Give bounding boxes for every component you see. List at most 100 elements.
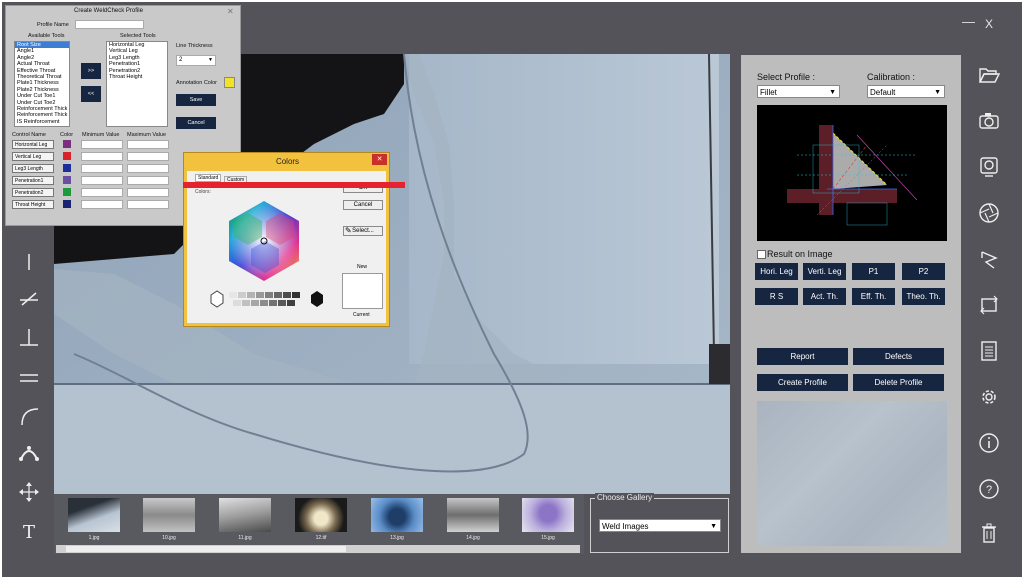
- thumbnail-label: 11.jpg: [238, 535, 252, 541]
- min-value-input[interactable]: [81, 200, 123, 209]
- text-tool-icon[interactable]: T: [14, 520, 44, 544]
- move-tool-icon[interactable]: [14, 480, 44, 504]
- min-value-input[interactable]: [81, 152, 123, 161]
- cancel-profile-button[interactable]: Cancel: [176, 117, 216, 129]
- control-color-swatch[interactable]: [63, 140, 71, 148]
- document-icon[interactable]: [974, 336, 1004, 366]
- max-value-input[interactable]: [127, 188, 169, 197]
- close-button[interactable]: X: [985, 17, 993, 31]
- profile-name-input[interactable]: [75, 20, 144, 29]
- transform-icon[interactable]: [974, 244, 1004, 274]
- thumbnail-3[interactable]: [219, 498, 271, 532]
- create-profile-button[interactable]: Create Profile: [757, 374, 848, 391]
- info-icon[interactable]: [974, 428, 1004, 458]
- rs-button[interactable]: R S: [755, 288, 798, 305]
- theo-th-button[interactable]: Theo. Th.: [902, 288, 945, 305]
- chevron-down-icon: ▼: [208, 57, 213, 63]
- max-value-input[interactable]: [127, 164, 169, 173]
- new-label: New: [357, 264, 368, 270]
- available-tools-list[interactable]: Root Size Angle1 Angle2 Actual Throat Ef…: [14, 41, 70, 127]
- thumbnail-4[interactable]: [295, 498, 347, 532]
- thumbnail-5[interactable]: [371, 498, 423, 532]
- color-hexagon-palette[interactable]: [187, 171, 337, 311]
- colors-cancel-button[interactable]: Cancel: [343, 200, 383, 210]
- camera-icon[interactable]: [974, 106, 1004, 136]
- thumbnail-label: 14.jpg: [466, 535, 480, 541]
- arc-points-tool-icon[interactable]: [14, 440, 44, 464]
- thumbnail-6[interactable]: [447, 498, 499, 532]
- control-name-field: Throat Height: [12, 200, 54, 209]
- delete-profile-button[interactable]: Delete Profile: [853, 374, 944, 391]
- max-value-input[interactable]: [127, 140, 169, 149]
- trash-icon[interactable]: [974, 518, 1004, 548]
- choose-gallery-group: Choose Gallery Weld Images ▼: [590, 493, 729, 553]
- highlight-bar: [183, 182, 405, 188]
- folder-open-icon[interactable]: [974, 60, 1004, 90]
- angle-tool-icon[interactable]: [14, 286, 44, 310]
- add-tool-button[interactable]: >>: [81, 63, 101, 79]
- current-label: Current: [353, 312, 370, 318]
- line-thickness-label: Line Thickness: [176, 43, 213, 49]
- list-item[interactable]: Throat Height: [107, 74, 167, 80]
- remove-tool-button[interactable]: <<: [81, 86, 101, 102]
- minimize-button[interactable]: —: [962, 14, 975, 29]
- svg-text:?: ?: [986, 484, 992, 496]
- max-value-input[interactable]: [127, 152, 169, 161]
- control-color-swatch[interactable]: [63, 200, 71, 208]
- colors-dialog-title: Colors: [275, 157, 300, 166]
- report-button[interactable]: Report: [757, 348, 848, 365]
- surface-texture-preview: [757, 401, 947, 546]
- control-color-swatch[interactable]: [63, 188, 71, 196]
- verti-leg-button[interactable]: Verti. Leg: [803, 263, 846, 280]
- list-item[interactable]: IS Reinforcement: [15, 119, 69, 125]
- help-icon[interactable]: ?: [974, 474, 1004, 504]
- control-color-swatch[interactable]: [63, 164, 71, 172]
- scrollbar-thumb[interactable]: [66, 546, 346, 552]
- thumbnail-1[interactable]: [68, 498, 120, 532]
- act-th-button[interactable]: Act. Th.: [803, 288, 846, 305]
- choose-gallery-label: Choose Gallery: [595, 493, 655, 502]
- perpendicular-tool-icon[interactable]: [14, 326, 44, 350]
- annotation-color-swatch[interactable]: [224, 77, 235, 88]
- min-value-input[interactable]: [81, 164, 123, 173]
- rotate-icon[interactable]: [974, 290, 1004, 320]
- min-value-input[interactable]: [81, 140, 123, 149]
- list-item[interactable]: Reinforcement Thick: [15, 112, 69, 118]
- defects-button[interactable]: Defects: [853, 348, 944, 365]
- aperture-icon[interactable]: [974, 198, 1004, 228]
- control-name-field: Leg3 Length: [12, 164, 54, 173]
- colors-dialog: Colors ✕ Standard Custom Colors: OK Canc…: [183, 152, 390, 327]
- thumbnail-2[interactable]: [143, 498, 195, 532]
- max-value-input[interactable]: [127, 176, 169, 185]
- min-value-input[interactable]: [81, 188, 123, 197]
- min-value-header: Minimum Value: [82, 132, 120, 138]
- gallery-select[interactable]: Weld Images ▼: [599, 519, 721, 532]
- p1-button[interactable]: P1: [852, 263, 895, 280]
- p2-button[interactable]: P2: [902, 263, 945, 280]
- selected-tools-list[interactable]: Horizontal Leg Vertical Leg Leg3 Length …: [106, 41, 168, 127]
- eff-th-button[interactable]: Eff. Th.: [852, 288, 895, 305]
- control-color-swatch[interactable]: [63, 176, 71, 184]
- profile-select[interactable]: Fillet ▼: [757, 85, 840, 98]
- control-color-swatch[interactable]: [63, 152, 71, 160]
- min-value-input[interactable]: [81, 176, 123, 185]
- webcam-icon[interactable]: [974, 152, 1004, 182]
- profile-diagram-preview: [757, 105, 947, 241]
- line-thickness-select[interactable]: 2 ▼: [176, 55, 216, 66]
- colors-close-button[interactable]: ✕: [372, 154, 387, 165]
- thumbnail-7[interactable]: [522, 498, 574, 532]
- parallel-tool-icon[interactable]: [14, 366, 44, 390]
- hori-leg-button[interactable]: Hori. Leg: [755, 263, 798, 280]
- result-on-image-checkbox[interactable]: [757, 250, 766, 259]
- profile-name-label: Profile Name: [37, 22, 69, 28]
- max-value-input[interactable]: [127, 200, 169, 209]
- result-on-image-label: Result on Image: [767, 249, 833, 259]
- eyedropper-icon: ✎: [345, 226, 352, 235]
- arc-tool-icon[interactable]: [14, 404, 44, 428]
- line-tool-icon[interactable]: [14, 250, 44, 274]
- dialog-close-icon[interactable]: ✕: [227, 7, 234, 16]
- settings-icon[interactable]: [974, 382, 1004, 412]
- calibration-select[interactable]: Default ▼: [867, 85, 945, 98]
- save-profile-button[interactable]: Save: [176, 94, 216, 106]
- thumbnail-scrollbar[interactable]: [56, 545, 580, 553]
